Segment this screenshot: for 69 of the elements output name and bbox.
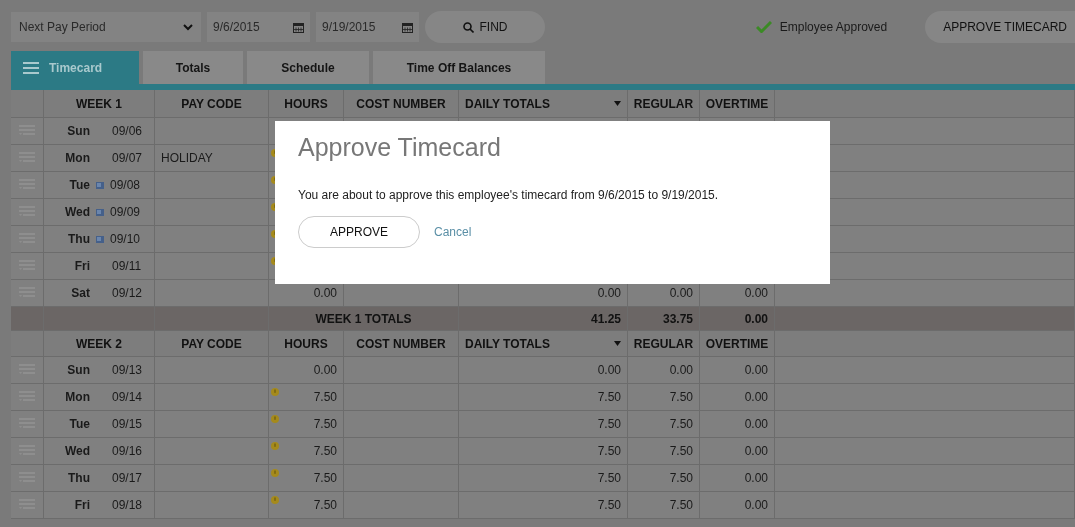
end-date-field[interactable]: 9/19/2015 [316,12,419,42]
overtime-value: 0.00 [744,471,768,485]
day-label: Tue [68,417,90,431]
regular-value: 7.50 [669,471,693,485]
start-date-field[interactable]: 9/6/2015 [207,12,310,42]
day-label: Mon [64,151,90,165]
hours-value: 7.50 [313,471,337,485]
hours-value: 0.00 [313,363,337,377]
hours-value: 0.00 [313,286,337,300]
hours-value: 7.50 [313,390,337,404]
day-label: Wed [63,444,90,458]
day-label: Fri [73,498,90,512]
date-label: 09/07 [112,151,143,165]
tab[interactable]: Timecard [11,51,139,84]
day-label: Fri [73,259,90,273]
date-label: 09/11 [112,259,142,273]
date-label: 09/13 [112,363,143,377]
dialog-title: Approve Timecard [298,133,502,162]
hours-value: 7.50 [313,417,337,431]
regular-value: 0.00 [669,363,693,377]
day-label: Mon [64,390,90,404]
date-label: 09/17 [112,471,143,485]
pay-period-dropdown[interactable]: Next Pay Period [11,12,201,42]
overtime-value: 0.00 [744,444,768,458]
hours-value: 7.50 [313,498,337,512]
day-label: Wed [63,205,90,219]
tab[interactable]: Time Off Balances [373,51,545,84]
daily-total: 7.50 [597,498,621,512]
pay-code: HOLIDAY [161,151,213,165]
date-label: 09/14 [112,390,143,404]
find-button[interactable]: FIND [425,11,545,43]
cancel-link[interactable]: Cancel [434,225,472,239]
overtime-value: 0.00 [744,286,768,300]
day-label: Thu [67,232,90,246]
day-label: Sat [70,286,90,300]
approval-status: Employee Approved [779,20,888,34]
dialog-message: You are about to approve this employee's timecard from 9/6/2015 to 9/19/2015. [298,188,720,202]
date-label: 09/06 [112,124,143,138]
date-label: 09/08 [110,178,141,192]
day-label: Sun [66,124,90,138]
approve-timecard-button[interactable]: APPROVE TIMECARD [925,11,1075,43]
day-label: Thu [67,471,90,485]
daily-total: 7.50 [597,471,621,485]
tab[interactable]: Schedule [247,51,369,84]
regular-value: 0.00 [669,286,693,300]
date-label: 09/16 [112,444,143,458]
hours-value: 7.50 [313,444,337,458]
regular-value: 7.50 [669,390,693,404]
regular-value: 7.50 [669,498,693,512]
regular-value: 7.50 [669,417,693,431]
daily-total: 7.50 [597,390,621,404]
daily-total: 0.00 [597,363,621,377]
tab[interactable]: Totals [143,51,243,84]
overtime-value: 0.00 [744,363,768,377]
approve-button[interactable]: APPROVE [298,216,420,248]
date-label: 09/15 [112,417,143,431]
overtime-value: 0.00 [744,417,768,431]
date-label: 09/10 [110,232,141,246]
overtime-value: 0.00 [744,498,768,512]
daily-total: 7.50 [597,444,621,458]
day-label: Sun [66,363,90,377]
date-label: 09/12 [112,286,143,300]
overtime-value: 0.00 [744,390,768,404]
date-label: 09/09 [110,205,141,219]
daily-total: 7.50 [597,417,621,431]
daily-total: 0.00 [597,286,621,300]
day-label: Tue [68,178,90,192]
regular-value: 7.50 [669,444,693,458]
date-label: 09/18 [112,498,143,512]
